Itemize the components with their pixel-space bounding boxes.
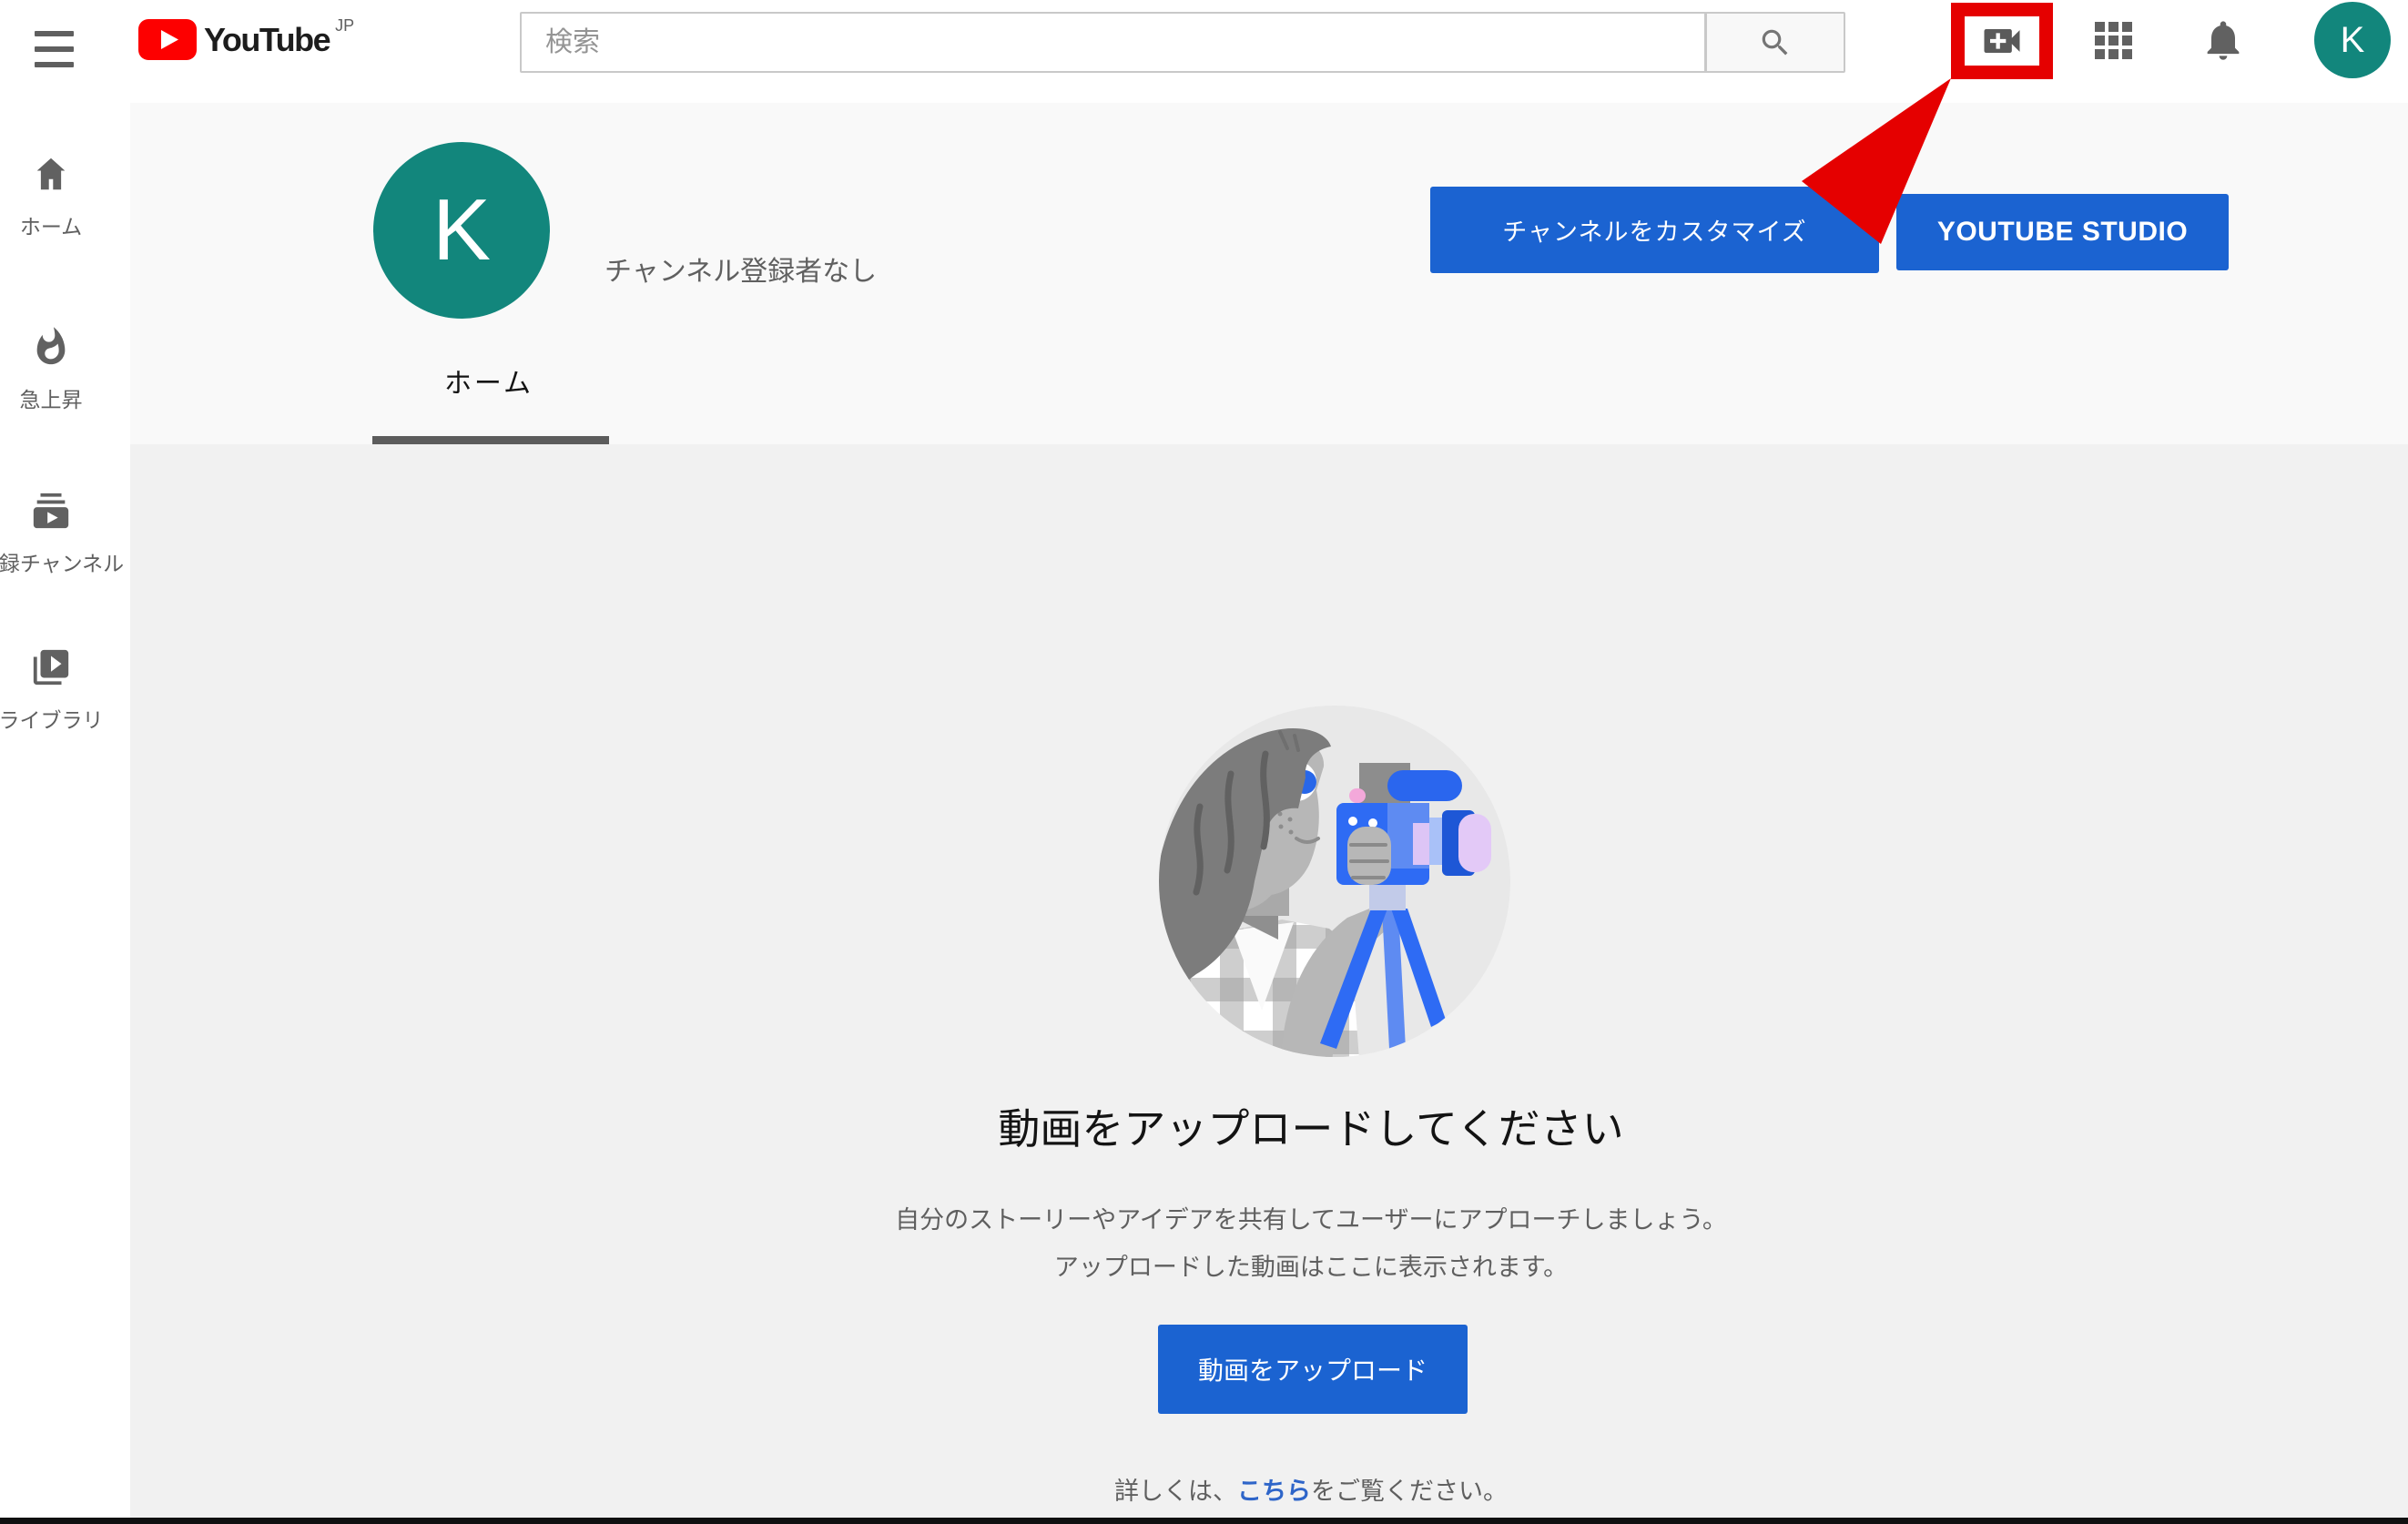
- youtube-logo[interactable]: YouTube JP: [138, 19, 354, 60]
- youtube-studio-button[interactable]: YOUTUBE STUDIO: [1896, 194, 2229, 270]
- learn-more-link[interactable]: こちら: [1237, 1478, 1311, 1505]
- sidebar-item-label: ライブラリ: [0, 703, 104, 734]
- trending-icon: [30, 326, 72, 368]
- logo-region-code: JP: [335, 17, 354, 34]
- apps-icon[interactable]: [2095, 22, 2132, 59]
- tab-home[interactable]: ホーム: [371, 361, 607, 401]
- create-video-button-highlighted[interactable]: [1951, 3, 2053, 79]
- subscriber-count: チャンネル登録者なし: [605, 249, 877, 289]
- library-icon: [30, 646, 72, 688]
- page-bottom-divider: [0, 1518, 2408, 1524]
- customize-channel-button[interactable]: チャンネルをカスタマイズ: [1430, 187, 1879, 273]
- subscriptions-icon: [30, 490, 72, 532]
- upload-illustration: [1143, 690, 1526, 1072]
- sidebar: ホーム 急上昇 登録チャンネル ライブラリ: [0, 103, 130, 1518]
- channel-avatar-initial: K: [432, 180, 491, 280]
- sidebar-item-library[interactable]: ライブラリ: [0, 646, 102, 734]
- search-input[interactable]: [520, 12, 1706, 73]
- sidebar-item-label: ホーム: [20, 209, 82, 240]
- active-tab-underline: [372, 436, 609, 444]
- channel-content: 動画をアップロードしてください 自分のストーリーやアイデアを共有してユーザーにア…: [130, 444, 2408, 1524]
- sidebar-item-label: 急上昇: [20, 382, 83, 413]
- menu-icon[interactable]: [35, 31, 74, 67]
- youtube-wordmark: YouTube: [204, 19, 330, 60]
- notifications-bell-icon[interactable]: [2200, 15, 2247, 66]
- top-bar: YouTube JP K: [0, 0, 2408, 103]
- upload-video-button[interactable]: 動画をアップロード: [1158, 1325, 1468, 1414]
- empty-state-description-1: 自分のストーリーやアイデアを共有してユーザーにアプローチしましょう。: [172, 1200, 2408, 1235]
- note-prefix: 詳しくは、: [1114, 1478, 1237, 1505]
- youtube-channel-page: YouTube JP K: [0, 0, 2408, 1524]
- account-avatar[interactable]: K: [2314, 2, 2391, 78]
- note-suffix: をご覧ください。: [1311, 1478, 1508, 1505]
- home-icon: [30, 153, 72, 195]
- sidebar-item-home[interactable]: ホーム: [0, 153, 102, 240]
- youtube-play-icon: [138, 19, 197, 60]
- sidebar-item-trending[interactable]: 急上昇: [0, 326, 102, 413]
- empty-state-description-2: アップロードした動画はここに表示されます。: [172, 1247, 2408, 1283]
- sidebar-item-label: 登録チャンネル: [0, 546, 124, 577]
- learn-more-note: 詳しくは、こちらをご覧ください。: [172, 1471, 2408, 1507]
- channel-avatar[interactable]: K: [373, 142, 550, 319]
- account-avatar-initial: K: [2341, 20, 2365, 61]
- sidebar-item-subscriptions[interactable]: 登録チャンネル: [0, 490, 102, 577]
- create-video-icon: [1978, 17, 2026, 65]
- empty-state-title: 動画をアップロードしてください: [172, 1096, 2408, 1156]
- search-button[interactable]: [1706, 12, 1845, 73]
- search-icon: [1758, 25, 1793, 60]
- channel-header: K チャンネル登録者なし チャンネルをカスタマイズ YOUTUBE STUDIO…: [130, 103, 2408, 444]
